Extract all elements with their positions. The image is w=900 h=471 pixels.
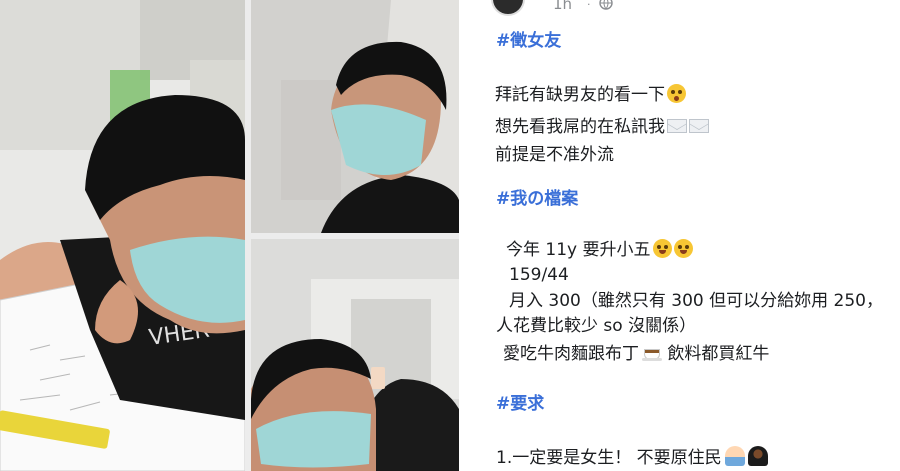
line-please-look-text: 拜託有缺男友的看一下 [495, 85, 665, 105]
man-gesturing-icon [724, 446, 745, 466]
post-time[interactable]: 1h [553, 0, 572, 13]
envelope-icon [667, 119, 687, 133]
line-age-text: 今年 11y 要升小五 [506, 240, 651, 260]
woman-icon [747, 446, 768, 466]
public-globe-icon [599, 0, 613, 10]
flushed-face-icon [667, 84, 686, 103]
photo-boy-desk-image: VHER [0, 0, 245, 471]
line-please-look: 拜託有缺男友的看一下 [495, 84, 686, 106]
line-age: 今年 11y 要升小五 [506, 239, 693, 261]
line-dm-me-text: 想先看我屌的在私訊我 [495, 117, 665, 137]
photo-collage: VHER [0, 0, 459, 471]
line-likes-text-2: 飲料都買紅牛 [662, 344, 770, 364]
photo-boy-selfie-image [251, 239, 459, 471]
line-no-leak: 前提是不准外流 [495, 145, 614, 165]
envelope-icon [689, 119, 709, 133]
photo-boy-looking-up-image [251, 0, 459, 233]
time-separator: · [587, 0, 591, 11]
line-income: 月入 300（雖然只有 300 但可以分給妳用 250， [509, 291, 883, 311]
line-likes-text: 愛吃牛肉麵跟布丁 [503, 344, 639, 364]
line-height-weight: 159/44 [509, 265, 569, 285]
line-likes: 愛吃牛肉麵跟布丁 飲料都買紅牛 [503, 343, 769, 365]
photo-boy-looking-up[interactable] [251, 0, 459, 233]
line-dm-me: 想先看我屌的在私訊我 [495, 116, 709, 138]
line-requirement-1-text: 1.一定要是女生！ 不要原住民 [496, 448, 722, 468]
avatar[interactable] [491, 0, 525, 16]
hashtag-seeking-girlfriend[interactable]: #徵女友 [496, 30, 561, 52]
coffee-cup-icon [642, 345, 662, 361]
photo-boy-selfie[interactable] [251, 239, 459, 471]
line-requirement-1: 1.一定要是女生！ 不要原住民 [496, 446, 768, 469]
grinning-face-icon [652, 239, 672, 258]
line-income-cont: 人花費比較少 so 沒關係） [496, 316, 697, 336]
grinning-face-icon [673, 239, 693, 258]
hashtag-my-profile[interactable]: #我の檔案 [496, 188, 578, 210]
post-header: 1h · [459, 0, 900, 20]
facebook-post: 1h · #徵女友 拜託有缺男友的看一下 想先看我屌的在私訊我 前提是不准外流 … [459, 0, 900, 471]
hashtag-requirements[interactable]: #要求 [496, 393, 544, 415]
photo-boy-desk[interactable]: VHER [0, 0, 245, 471]
